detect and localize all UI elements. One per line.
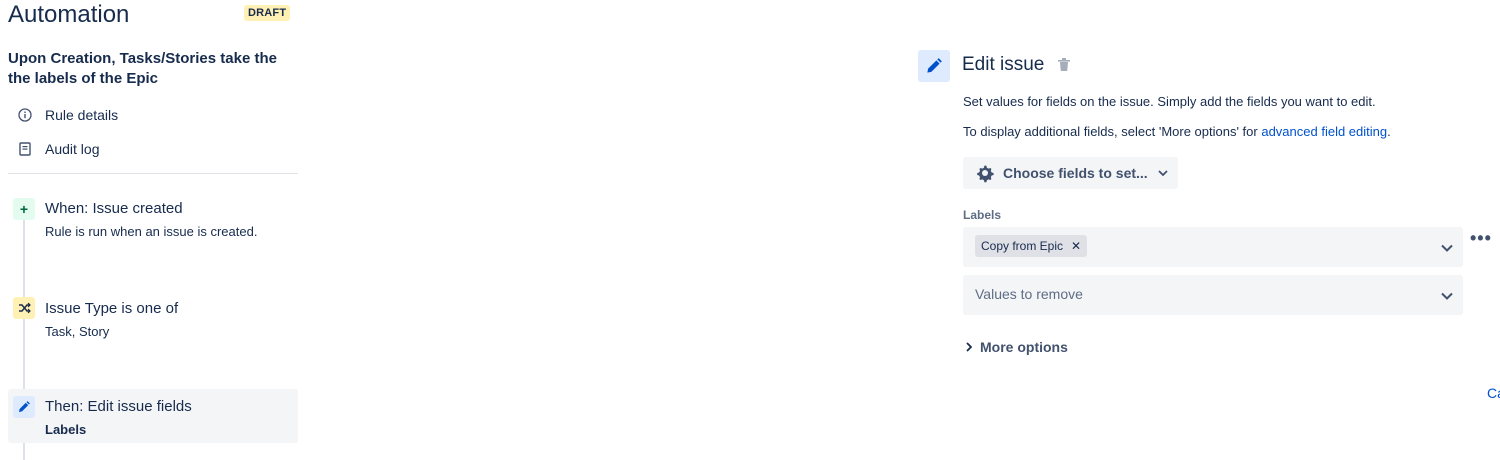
chevron-down-icon: [1158, 170, 1168, 176]
pencil-icon: [13, 396, 35, 418]
rule-details-link[interactable]: Rule details: [16, 104, 118, 126]
labels-select[interactable]: Copy from Epic ✕: [963, 227, 1463, 267]
action-step[interactable]: Then: Edit issue fields Labels: [8, 389, 298, 443]
audit-log-label: Audit log: [45, 141, 100, 157]
chevron-down-icon[interactable]: [1441, 239, 1453, 257]
values-to-remove-select[interactable]: Values to remove: [963, 275, 1463, 315]
page-title: Automation: [8, 1, 130, 28]
remove-tag-icon[interactable]: ✕: [1071, 239, 1081, 253]
advanced-field-editing-link[interactable]: advanced field editing: [1261, 124, 1387, 139]
divider: [8, 173, 298, 174]
rule-details-label: Rule details: [45, 107, 119, 123]
status-badge: DRAFT: [244, 5, 291, 21]
more-actions-icon[interactable]: •••: [1470, 229, 1492, 247]
step-subtitle: Task, Story: [45, 324, 110, 339]
tag-label: Copy from Epic: [981, 239, 1064, 253]
choose-fields-label: Choose fields to set...: [1003, 165, 1148, 181]
hint-text: To display additional fields, select 'Mo…: [963, 124, 1262, 139]
trigger-step[interactable]: + When: Issue created Rule is run when a…: [8, 193, 298, 249]
labels-field-label: Labels: [963, 208, 1002, 222]
shuffle-icon: [13, 297, 35, 319]
step-subtitle: Labels: [45, 422, 87, 437]
rule-name: Upon Creation, Tasks/Stories take the th…: [8, 50, 277, 87]
hint-suffix: .: [1387, 124, 1391, 139]
editor-hint: To display additional fields, select 'Mo…: [963, 124, 1391, 139]
plus-icon: +: [13, 198, 35, 220]
chevron-down-icon[interactable]: [1441, 287, 1453, 305]
selected-tag: Copy from Epic ✕: [975, 235, 1088, 257]
step-title: Issue Type is one of: [45, 300, 179, 317]
pencil-icon: [918, 50, 950, 82]
values-to-remove-placeholder: Values to remove: [975, 286, 1083, 302]
chevron-right-icon: [966, 342, 972, 352]
choose-fields-button[interactable]: Choose fields to set...: [963, 157, 1178, 189]
more-options-label: More options: [980, 339, 1068, 355]
trash-icon[interactable]: [1057, 57, 1071, 73]
audit-log-link[interactable]: Audit log: [16, 138, 99, 160]
document-icon: [16, 140, 34, 158]
more-options-toggle[interactable]: More options: [966, 339, 1068, 355]
editor-description: Set values for fields on the issue. Simp…: [963, 94, 1376, 109]
step-title: Then: Edit issue fields: [45, 398, 192, 415]
info-icon: [16, 106, 34, 124]
step-title: When: Issue created: [45, 200, 183, 217]
gear-icon: [975, 163, 995, 183]
step-subtitle: Rule is run when an issue is created.: [45, 224, 258, 239]
condition-step[interactable]: Issue Type is one of Task, Story: [8, 292, 298, 348]
cancel-button[interactable]: Ca: [1487, 385, 1500, 401]
editor-title: Edit issue: [962, 54, 1045, 75]
